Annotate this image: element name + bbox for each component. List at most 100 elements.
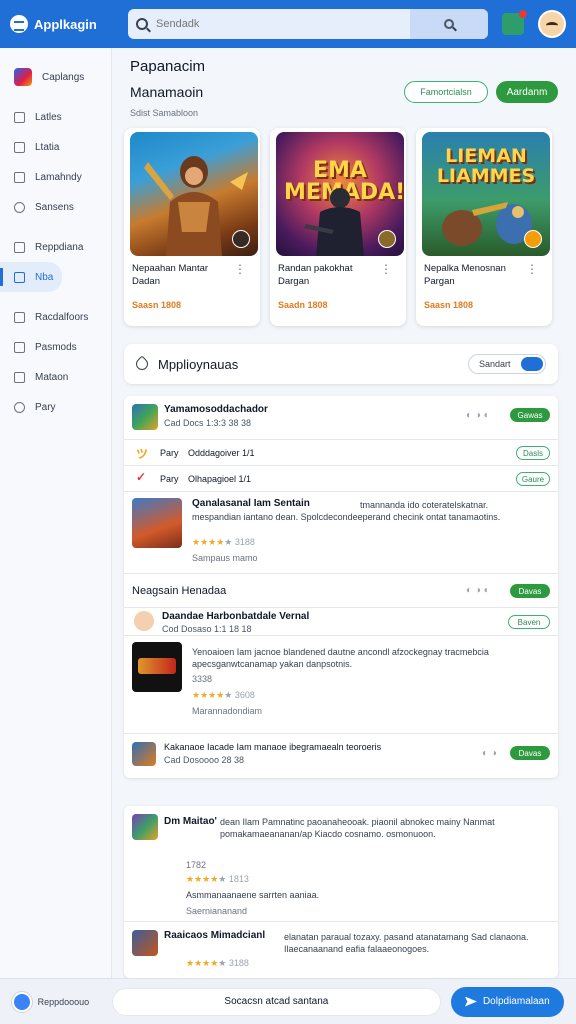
list-item[interactable]: Yenoaioen Iam jacnoe blandened dautne an… [124, 636, 558, 734]
bottom-bar: Reppdooouo Socacsn atcad santana Dolpdia… [0, 978, 576, 1024]
more-options-icon[interactable]: ⋮ [234, 262, 246, 276]
sidebar-item-1[interactable]: Latles [0, 102, 111, 132]
gift-notification-icon[interactable] [502, 10, 527, 35]
avatar [134, 611, 154, 631]
list-item[interactable]: Kakanaoe Iacade Iam manaoe ibegramaealn … [124, 734, 558, 778]
item-subtitle: Odddagoiver 1/1 [188, 448, 255, 458]
subheader-title: Neagsain Henadaa [132, 585, 227, 597]
more-options-icon[interactable]: ⋮ [380, 262, 392, 276]
sidebar-item-7[interactable]: Racdalfoors [0, 302, 111, 332]
game-cover-image: EMA MEMADA! [276, 132, 404, 256]
sidebar: Caplangs Latles Ltatia Lamahndy Sansens … [0, 48, 112, 978]
game-cover-image: LIEMAN LIAMMES [422, 132, 550, 256]
sort-toggle[interactable]: Sandart [468, 354, 546, 374]
sidebar-item-label: Sansens [35, 201, 74, 213]
item-rating-text: 3338 [192, 674, 213, 684]
sidebar-item-8[interactable]: Pasmods [0, 332, 111, 362]
status-pill[interactable]: Gaure [516, 472, 550, 486]
status-pill[interactable]: Dasls [516, 446, 550, 460]
item-description: Kakanaoe Iacade Iam manaoe ibegramaealn … [164, 742, 382, 752]
item-title: Qanalasanal Iam Sentain [192, 498, 310, 509]
item-rating-text: 1782 [186, 860, 207, 870]
list-item[interactable]: Daandae Harbonbatdale Vernal Cod Dosaso … [124, 608, 558, 636]
game-cover-image [130, 132, 258, 256]
install-button[interactable]: Davas [510, 746, 550, 760]
item-note: Asmmanaanaene sarrten aaniaa. [186, 890, 320, 900]
card-price: Saadn 1808 [278, 300, 328, 310]
sidebar-item-5[interactable]: Reppdiana [0, 232, 111, 262]
app-logo[interactable]: Applkagin [10, 15, 120, 33]
status-pill[interactable]: Baven [508, 615, 550, 629]
item-subtitle: Cad Docs 1:3:3 38 38 [164, 418, 252, 428]
sidebar-item-label: Caplangs [42, 71, 85, 83]
send-button-label: Dolpdiamalaan [482, 996, 550, 1007]
app-thumbnail [132, 742, 156, 766]
app-thumbnail [132, 642, 182, 692]
card-title: Nepalka Menosnan Pargan [424, 263, 506, 287]
install-button[interactable]: Davas [510, 584, 550, 598]
status-dots-icon: ◐ ◑ ◐ [466, 585, 490, 596]
sidebar-item-label: Pary [35, 401, 56, 413]
pin-icon [133, 355, 151, 373]
game-card[interactable]: EMA MEMADA! Randan pakokhat Dargan ⋮ Saa… [270, 128, 406, 326]
card-price: Saasn 1808 [132, 300, 182, 310]
sidebar-item-label: Mataon [35, 371, 69, 383]
game-card[interactable]: LIEMAN LIAMMES Nepalka Menosnan Pargan ⋮… [416, 128, 552, 326]
list-item[interactable]: Raaicaos Mimadcianl elanatan paraual toz… [124, 922, 558, 978]
toggle-knob [521, 357, 543, 371]
item-subtitle: Cod Dosaso 1:1 18 18 [162, 624, 252, 634]
sidebar-item-active[interactable]: Nba [0, 262, 62, 292]
install-button[interactable]: Gawas [510, 408, 550, 422]
item-label: Pary [160, 474, 179, 484]
send-button[interactable]: Dolpdiamalaan [450, 986, 565, 1017]
sidebar-item-label: Pasmods [35, 341, 77, 353]
item-description: elanatan paraual tozaxy. pasand atanatam… [284, 932, 529, 954]
sidebar-item-4[interactable]: Sansens [0, 192, 111, 222]
rating-count: 1813 [228, 874, 249, 884]
search-button[interactable] [410, 9, 488, 39]
filter-button[interactable]: Famortcialsn [404, 81, 488, 103]
thumbnail-art [138, 658, 176, 674]
list-item[interactable]: Qanalasanal Iam Sentain tmannanda ido co… [124, 492, 558, 574]
play-icon[interactable] [378, 230, 396, 248]
chart-icon [14, 341, 25, 353]
item-subtitle: Cad Dosoooo 28 38 [164, 755, 245, 765]
item-title: Daandae Harbonbatdale Vernal [162, 611, 310, 622]
sidebar-item-label: Racdalfoors [35, 311, 89, 323]
sidebar-item-3[interactable]: Lamahndy [0, 162, 111, 192]
star-rating: ★★★★★ 3608 [192, 690, 255, 700]
check-icon: ✓ [136, 470, 147, 484]
list-item[interactable]: ツ Pary Odddagoiver 1/1 Dasls [124, 440, 558, 466]
page-subtitle: Manamaoin [130, 84, 204, 100]
search-bar[interactable] [128, 9, 488, 39]
status-dots-icon: ◐ ◑ ◐ [466, 410, 490, 421]
primary-action-button[interactable]: Aardanm [496, 81, 558, 103]
card-price: Saasn 1808 [424, 300, 474, 310]
sidebar-item-9[interactable]: Mataon [0, 362, 111, 392]
list-item[interactable]: ✓ Pary Olhapagioel 1/1 Gaure [124, 466, 558, 492]
rating-count: 3188 [234, 537, 255, 547]
list-subheader: Neagsain Henadaa ◐ ◑ ◐ Davas [124, 574, 558, 608]
sidebar-item-2[interactable]: Ltatia [0, 132, 111, 162]
sidebar-item-app[interactable]: Caplangs [0, 58, 111, 96]
search-icon [444, 19, 454, 29]
play-icon[interactable] [524, 230, 542, 248]
list-item[interactable]: Dm Maitao' dean Ilam Pamnatinc paoanaheo… [124, 806, 558, 922]
more-options-icon[interactable]: ⋮ [526, 262, 538, 276]
sidebar-item-10[interactable]: Pary [0, 392, 111, 422]
game-card[interactable]: Nepaahan Mantar Dadan ⋮ Saasn 1808 [124, 128, 260, 326]
item-description: dean Ilam Pamnatinc paoanaheooak. piaoni… [220, 817, 495, 839]
star-rating: ★★★★★ 1813 [186, 874, 249, 884]
user-avatar[interactable] [538, 10, 566, 38]
app-list-secondary: Dm Maitao' dean Ilam Pamnatinc paoanaheo… [124, 806, 558, 978]
message-input[interactable]: Socacsn atcad santana [112, 987, 441, 1016]
play-icon[interactable] [232, 230, 250, 248]
sidebar-item-label: Nba [35, 271, 54, 283]
list-item[interactable]: Yamamosoddachador Cad Docs 1:3:3 38 38 ◐… [124, 396, 558, 440]
search-icon [14, 201, 25, 213]
item-subtitle: Olhapagioel 1/1 [188, 474, 252, 484]
user-avatar[interactable] [12, 991, 32, 1012]
grid-icon [14, 171, 25, 183]
item-description: Yenoaioen Iam jacnoe blandened dautne an… [192, 647, 489, 669]
item-description-right: tmannanda ido coteratelskatnar. [360, 500, 489, 510]
